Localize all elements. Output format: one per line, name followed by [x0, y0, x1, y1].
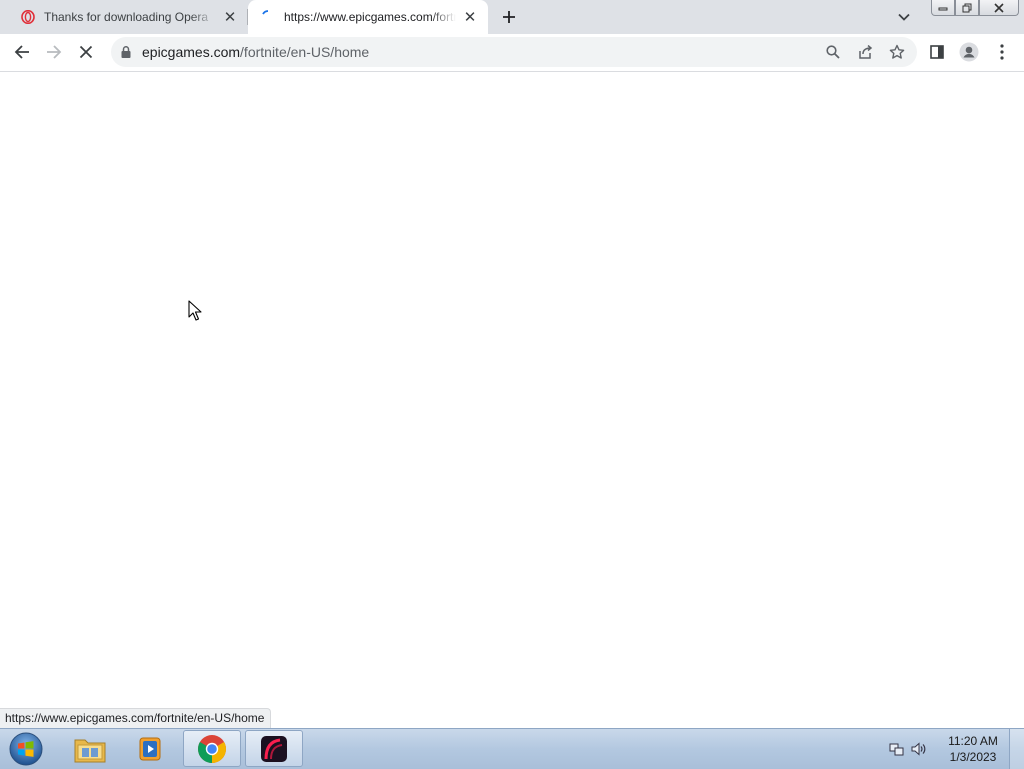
address-bar[interactable]: epicgames.com/fortnite/en-US/home: [111, 37, 917, 67]
url-text: epicgames.com/fortnite/en-US/home: [142, 44, 369, 60]
forward-button[interactable]: [40, 38, 68, 66]
clock[interactable]: 11:20 AM 1/3/2023: [940, 733, 1006, 765]
chrome-icon: [198, 734, 226, 763]
opera-icon: [20, 9, 36, 25]
close-icon: [994, 2, 1004, 13]
restore-icon: [962, 3, 972, 12]
taskbar-chrome[interactable]: [183, 730, 241, 767]
taskbar: 11:20 AM 1/3/2023: [0, 728, 1024, 769]
media-player-icon: [139, 737, 161, 760]
url-host: epicgames.com: [142, 44, 241, 60]
tab-title: https://www.epicgames.com/fortnite/en-US…: [284, 10, 456, 24]
close-tab-icon[interactable]: ✕: [222, 9, 238, 26]
clock-time: 11:20 AM: [948, 734, 998, 748]
minimize-button[interactable]: [931, 0, 955, 16]
back-button[interactable]: [8, 38, 36, 66]
browser-toolbar: epicgames.com/fortnite/en-US/home: [0, 34, 1024, 72]
close-tab-icon[interactable]: ✕: [462, 9, 478, 26]
side-panel-icon: [930, 45, 944, 59]
avatar-icon: [959, 42, 979, 62]
folder-icon: [74, 739, 106, 762]
chevron-down-icon: [898, 13, 910, 21]
window-controls: [931, 0, 1019, 18]
stop-loading-button[interactable]: [72, 38, 100, 66]
status-bubble: https://www.epicgames.com/fortnite/en-US…: [0, 708, 272, 728]
restore-button[interactable]: [955, 0, 979, 16]
search-icon[interactable]: [823, 42, 843, 62]
taskbar-opera-installer[interactable]: [245, 730, 303, 767]
stop-icon: [79, 45, 93, 59]
network-icon[interactable]: [886, 741, 908, 757]
side-panel-button[interactable]: [923, 38, 951, 66]
bookmark-star-icon[interactable]: [887, 42, 907, 62]
plus-icon: [503, 11, 515, 23]
loading-icon: [260, 9, 276, 25]
taskbar-media-player[interactable]: [121, 730, 179, 767]
opera-gx-icon: [261, 735, 287, 762]
tab-strip: Thanks for downloading Opera ✕ https://w…: [0, 0, 1024, 34]
tab-search-button[interactable]: [894, 7, 914, 27]
show-desktop-button[interactable]: [1009, 729, 1024, 769]
clock-date: 1/3/2023: [949, 750, 997, 764]
share-icon[interactable]: [855, 42, 875, 62]
kebab-menu-icon: [1000, 44, 1004, 60]
start-button[interactable]: [6, 731, 46, 767]
tab-opera-download[interactable]: Thanks for downloading Opera ✕: [8, 0, 248, 34]
menu-button[interactable]: [988, 38, 1016, 66]
taskbar-explorer[interactable]: [61, 730, 119, 767]
tab-title: Thanks for downloading Opera: [44, 10, 209, 24]
forward-arrow-icon: [47, 45, 62, 59]
windows-start-icon: [9, 732, 43, 766]
close-window-button[interactable]: [979, 0, 1019, 16]
page-content: [0, 72, 1024, 728]
system-tray: [886, 729, 930, 769]
new-tab-button[interactable]: [497, 5, 521, 29]
lock-icon[interactable]: [119, 45, 133, 59]
minimize-icon: [938, 7, 948, 10]
url-path: /fortnite/en-US/home: [240, 44, 370, 60]
tab-epicgames[interactable]: https://www.epicgames.com/fortnite/en-US…: [248, 0, 488, 34]
profile-button[interactable]: [955, 38, 983, 66]
mouse-cursor-icon: [188, 300, 202, 321]
volume-icon[interactable]: [908, 741, 930, 757]
back-arrow-icon: [14, 45, 29, 59]
